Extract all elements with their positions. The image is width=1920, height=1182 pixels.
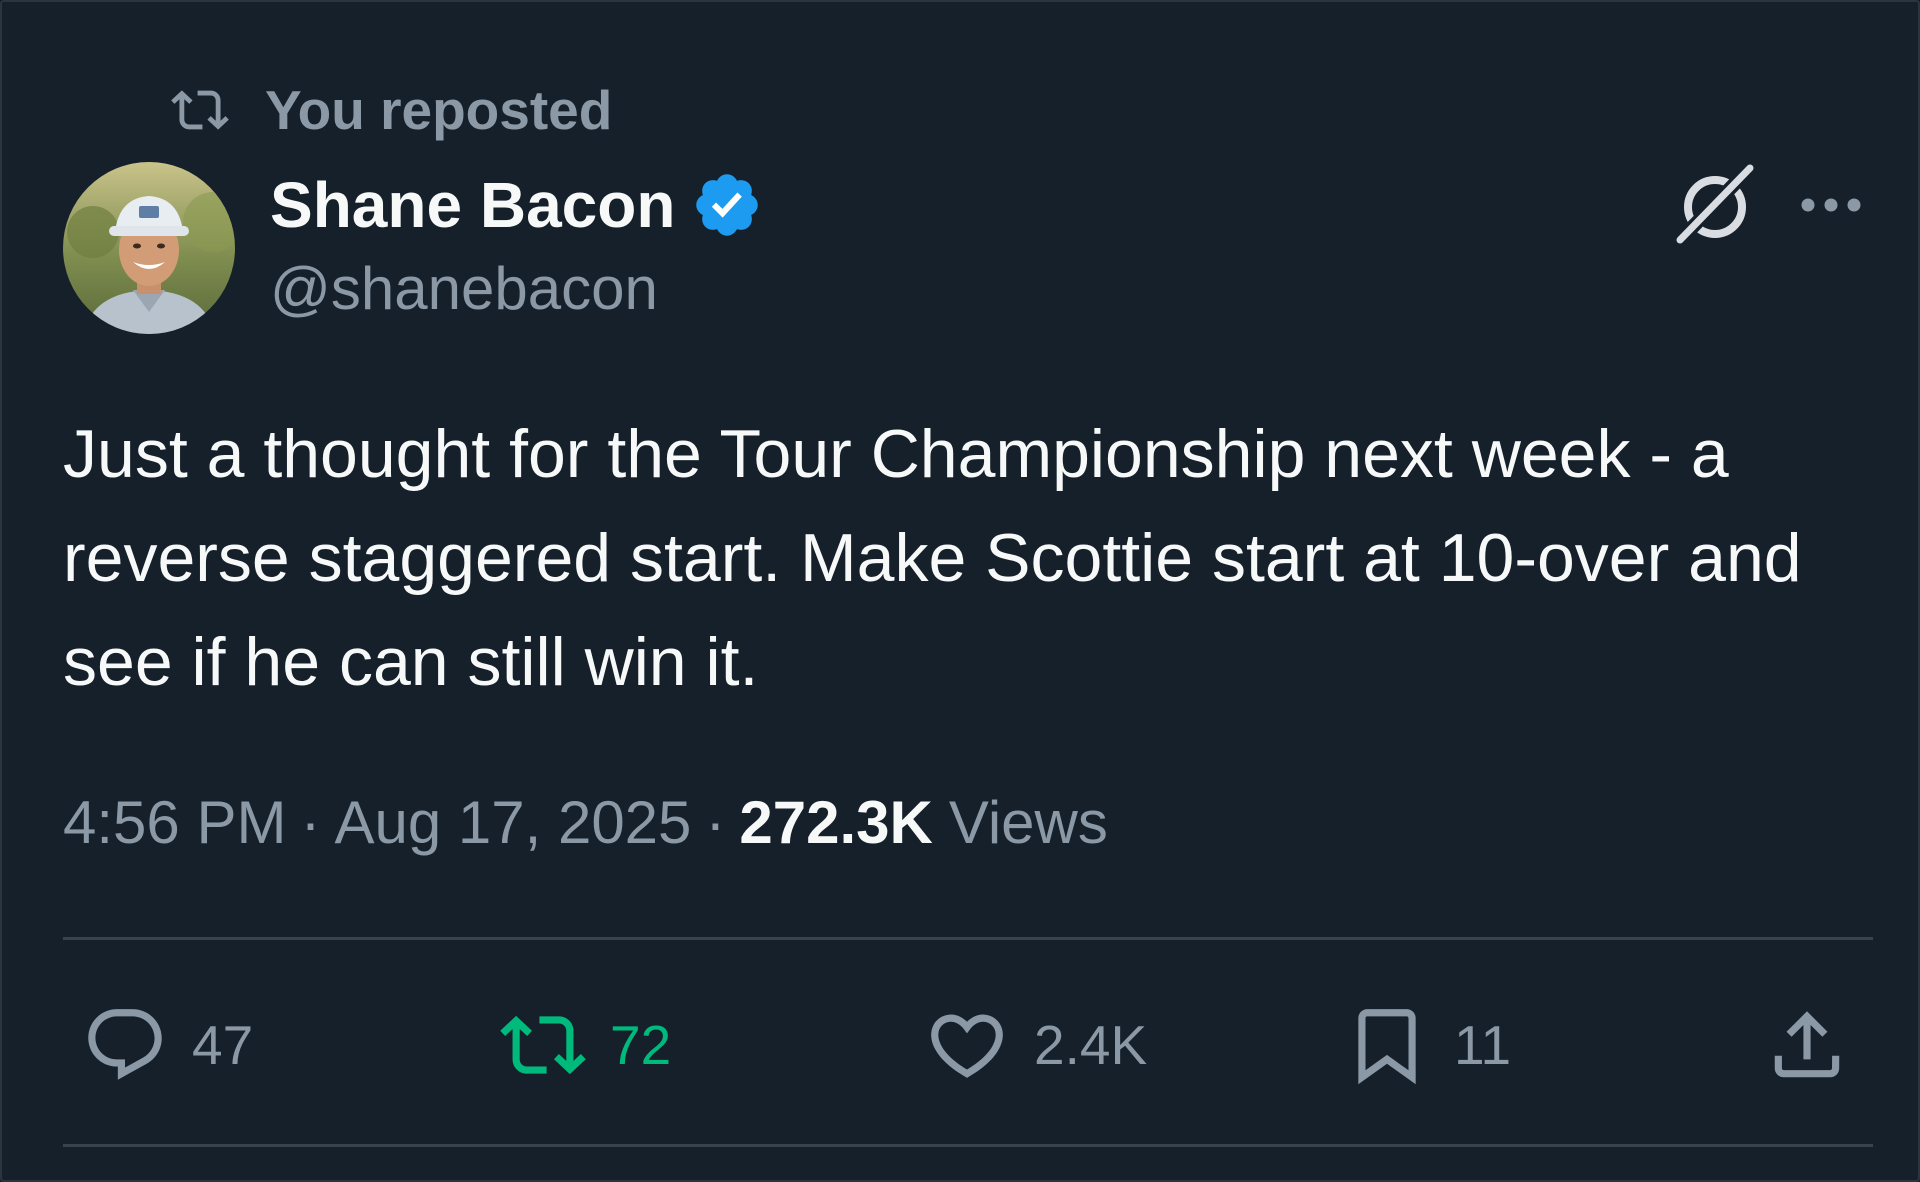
views-label[interactable]: Views	[949, 788, 1108, 857]
meta-separator: ·	[705, 788, 726, 856]
views-count[interactable]: 272.3K	[739, 788, 932, 857]
reply-icon	[88, 1009, 162, 1080]
bookmark-button[interactable]: 11	[1344, 998, 1511, 1092]
repost-icon	[171, 90, 229, 130]
reply-button[interactable]: 47	[82, 998, 253, 1092]
tweet-date[interactable]: Aug 17, 2025	[334, 788, 691, 857]
bookmark-icon	[1358, 1009, 1416, 1085]
more-options-icon[interactable]	[1798, 182, 1864, 228]
like-button[interactable]: 2.4K	[924, 998, 1147, 1092]
share-button[interactable]	[1764, 998, 1850, 1092]
repost-indicator[interactable]: You reposted	[167, 79, 613, 141]
bookmark-count: 11	[1454, 1014, 1512, 1076]
reply-count: 47	[192, 1014, 254, 1076]
avatar[interactable]	[63, 162, 235, 334]
author-handle[interactable]: @shanebacon	[270, 254, 658, 323]
repost-label: You reposted	[265, 79, 613, 141]
tweet-text: Just a thought for the Tour Championship…	[63, 416, 1802, 700]
like-count: 2.4K	[1034, 1014, 1148, 1076]
repost-icon	[500, 1015, 586, 1075]
divider	[63, 937, 1873, 940]
repost-button[interactable]: 72	[500, 998, 671, 1092]
grok-icon[interactable]	[1672, 162, 1758, 248]
meta-separator: ·	[300, 788, 321, 856]
avatar-image	[63, 162, 235, 334]
author-name[interactable]: Shane Bacon	[270, 168, 675, 242]
tweet-card: You reposted Shane Bacon @shanebacon Jus…	[0, 0, 1920, 1182]
repost-count: 72	[610, 1014, 672, 1076]
author-name-row[interactable]: Shane Bacon	[270, 166, 763, 244]
share-icon	[1774, 1011, 1840, 1078]
tweet-time[interactable]: 4:56 PM	[63, 788, 286, 857]
verified-badge-icon[interactable]	[691, 169, 763, 241]
heart-icon	[931, 1014, 1003, 1078]
divider	[63, 1144, 1873, 1147]
tweet-metadata: 4:56 PM · Aug 17, 2025 · 272.3K Views	[63, 782, 1108, 862]
